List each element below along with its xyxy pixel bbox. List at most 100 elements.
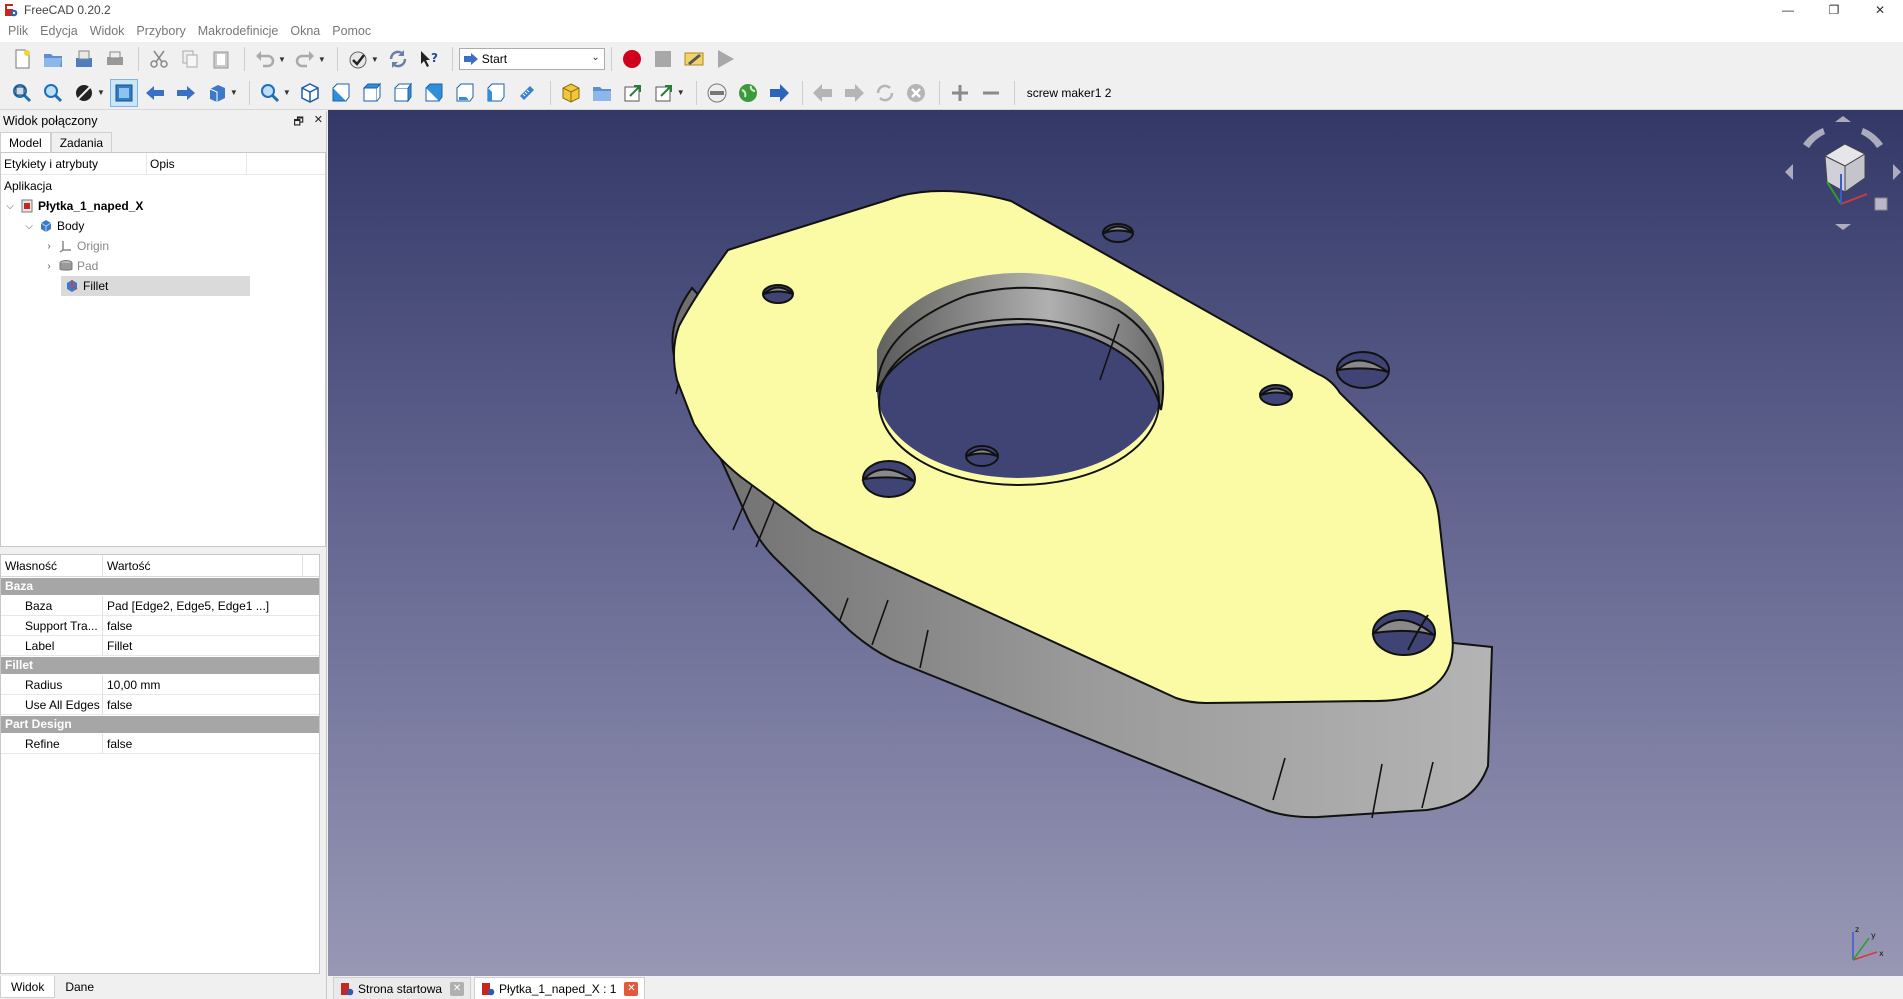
tab-model[interactable]: Model [0,132,51,152]
tree-item-pad[interactable]: › Pad [43,256,98,276]
navcube-rotate-right-icon[interactable] [1861,128,1883,148]
web-forward-button[interactable] [840,79,868,107]
navcube-rotate-left-icon[interactable] [1803,128,1825,148]
web-zoom-in-button[interactable] [946,79,974,107]
float-icon[interactable]: 🗗 [293,113,303,132]
tree-item-document[interactable]: ⌵ Płytka_1_naped_X [4,196,143,216]
left-view-button[interactable] [482,79,510,107]
workbench-selector[interactable]: Start ⌄ [458,48,605,70]
tab-tasks[interactable]: Zadania [50,132,113,152]
bounding-box-button[interactable] [109,78,138,107]
property-column-name[interactable]: Własność [1,555,103,576]
navcube-cube[interactable] [1823,143,1867,193]
isometric-view-button[interactable] [296,79,324,107]
create-part-button[interactable] [557,79,585,107]
back-button[interactable] [141,79,169,107]
property-group-base[interactable]: Baza [1,578,319,595]
menu-macro[interactable]: Makrodefinicje [192,20,285,42]
screw-maker-macro-button[interactable]: screw maker1 2 [1027,86,1112,100]
navcube-arrow-up-icon[interactable] [1835,116,1851,122]
chevron-right-icon[interactable]: › [43,261,55,272]
chevron-down-icon[interactable]: ⌵ [23,221,35,232]
close-icon[interactable]: ✕ [314,113,323,132]
menu-tools[interactable]: Przybory [130,20,191,42]
navcube-arrow-left-icon[interactable] [1785,164,1793,180]
tree-item-body[interactable]: ⌵ Body [23,216,84,236]
macro-run-button[interactable] [711,45,739,73]
tab-document[interactable]: Płytka_1_naped_X : 1 ✕ [474,977,646,999]
property-value[interactable]: false [103,695,319,714]
link-actions-button[interactable] [650,79,678,107]
make-link-button[interactable] [619,79,647,107]
web-stop-button[interactable] [902,79,930,107]
fit-all-button[interactable] [8,79,36,107]
bottom-view-button[interactable] [451,79,479,107]
menu-windows[interactable]: Okna [284,20,326,42]
link-actions-dropdown-arrow[interactable]: ▼ [677,88,685,97]
chevron-down-icon[interactable]: ⌵ [4,201,16,212]
undo-button[interactable] [251,45,279,73]
navigation-cube[interactable] [1783,116,1903,246]
property-value[interactable]: false [103,734,319,753]
tab-start-page[interactable]: Strona startowa ✕ [333,977,472,999]
macro-edit-button[interactable] [680,45,708,73]
tree-item-fillet[interactable]: Fillet [61,276,250,296]
chevron-right-icon[interactable]: › [43,241,55,252]
print-button[interactable] [101,45,129,73]
undo-dropdown-arrow[interactable]: ▼ [278,55,286,64]
save-button[interactable] [70,45,98,73]
fillet-plate-model[interactable] [328,110,1903,976]
3d-viewport[interactable]: z x y [328,110,1903,976]
draw-style-dropdown-arrow[interactable]: ▼ [97,88,105,97]
front-view-button[interactable] [327,79,355,107]
property-value[interactable]: false [103,616,319,635]
web-zoom-out-button[interactable] [977,79,1005,107]
property-value[interactable]: 10,00 mm [103,675,319,694]
copy-button[interactable] [176,45,204,73]
tab-view-properties[interactable]: Widok [0,976,56,998]
tree-column-description[interactable]: Opis [147,153,247,174]
std-views-button[interactable] [203,79,231,107]
redo-button[interactable] [291,45,319,73]
navcube-menu-icon[interactable] [1874,197,1888,211]
zoom-dropdown-arrow[interactable]: ▼ [283,88,291,97]
web-nav-toggle-button[interactable] [703,79,731,107]
property-group-fillet[interactable]: Fillet [1,657,319,674]
property-row-base[interactable]: Baza Pad [Edge2, Edge5, Edge1 ...] [1,596,319,616]
close-tab-icon[interactable]: ✕ [624,981,639,996]
minimize-button[interactable]: — [1765,0,1811,20]
draw-style-button[interactable] [70,79,98,107]
property-row-refine[interactable]: Refine false [1,734,319,754]
whats-this-button[interactable]: ? [415,45,443,73]
refresh-button[interactable] [384,45,412,73]
navcube-arrow-right-icon[interactable] [1893,164,1901,180]
fit-selection-button[interactable] [39,79,67,107]
menu-help[interactable]: Pomoc [326,20,377,42]
tree-item-origin[interactable]: › Origin [43,236,109,256]
rear-view-button[interactable] [420,79,448,107]
menu-view[interactable]: Widok [84,20,131,42]
tab-data-properties[interactable]: Dane [55,976,104,998]
property-row-use-all-edges[interactable]: Use All Edges false [1,695,319,715]
close-tab-icon[interactable]: ✕ [450,981,465,996]
property-row-support-transform[interactable]: Support Tra... false [1,616,319,636]
web-refresh-button[interactable] [871,79,899,107]
create-group-button[interactable] [588,79,616,107]
property-column-value[interactable]: Wartość [103,555,303,576]
navcube-arrow-down-icon[interactable] [1835,224,1851,230]
paste-button[interactable] [207,45,235,73]
close-button[interactable]: ✕ [1857,0,1903,20]
menu-edit[interactable]: Edycja [34,20,84,42]
recompute-check-button[interactable] [344,45,372,73]
new-document-button[interactable] [8,45,36,73]
property-value[interactable]: Fillet [103,636,319,655]
zoom-button[interactable] [256,79,284,107]
menu-file[interactable]: Plik [2,20,34,42]
top-view-button[interactable] [358,79,386,107]
property-group-part-design[interactable]: Part Design [1,716,319,733]
web-back-button[interactable] [809,79,837,107]
recompute-dropdown-arrow[interactable]: ▼ [371,55,379,64]
property-value[interactable]: Pad [Edge2, Edge5, Edge1 ...] [103,596,319,615]
property-row-label[interactable]: Label Fillet [1,636,319,656]
property-row-radius[interactable]: Radius 10,00 mm [1,675,319,695]
